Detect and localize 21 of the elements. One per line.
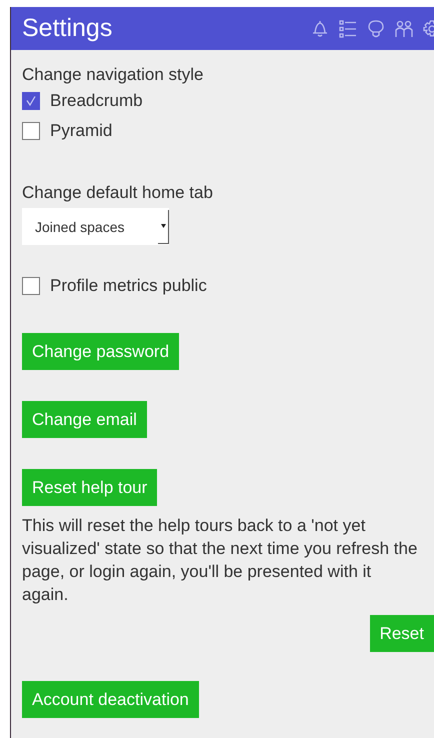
- caret-icon: [160, 224, 166, 228]
- account-deactivation-button[interactable]: Account deactivation: [22, 681, 199, 718]
- checkbox[interactable]: [22, 92, 40, 110]
- help-tour-description: This will reset the help tours back to a 'not yet visualized' state so that the next time you refresh the page, or login again, you'll be presented with it again.: [22, 515, 418, 606]
- checkbox[interactable]: [22, 277, 40, 295]
- bell-icon[interactable]: [310, 18, 330, 38]
- checkbox-label: Breadcrumb: [50, 91, 143, 111]
- dropdown[interactable]: Joined spaces: [22, 208, 169, 245]
- section-label: Change navigation style: [22, 64, 204, 86]
- reset-button[interactable]: Reset: [370, 615, 434, 652]
- button[interactable]: Reset help tour: [22, 469, 158, 506]
- button[interactable]: Change email: [22, 401, 147, 438]
- list-icon[interactable]: [338, 18, 358, 38]
- lightbulb-icon[interactable]: [366, 18, 386, 38]
- button[interactable]: Change password: [22, 333, 180, 370]
- checkbox-label: Profile metrics public: [50, 276, 207, 296]
- people-icon[interactable]: [394, 18, 414, 38]
- page-title: Settings: [22, 14, 112, 43]
- section-label: Change default home tab: [22, 182, 213, 204]
- checkbox[interactable]: [22, 122, 40, 140]
- checkbox-label: Pyramid: [50, 121, 112, 141]
